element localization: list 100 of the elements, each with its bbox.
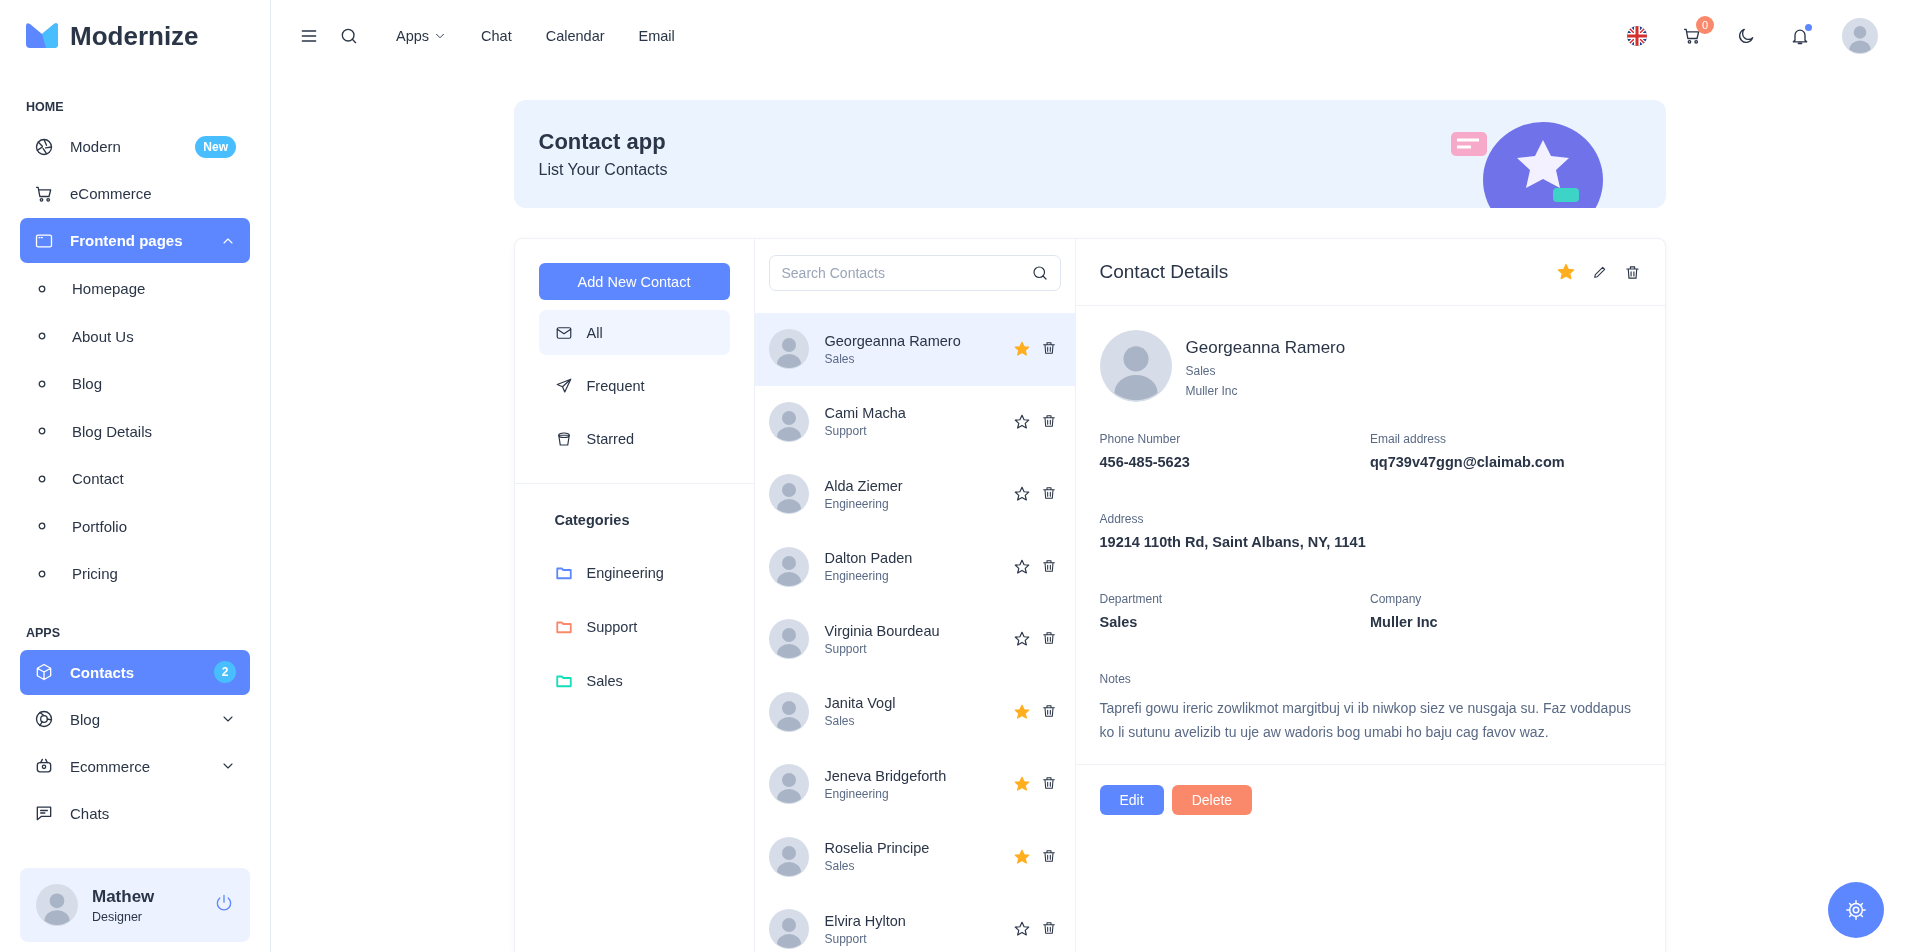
nav-subitem[interactable]: Pricing [20, 550, 250, 598]
search-field[interactable]: Search Contacts [768, 255, 1061, 291]
trash-icon[interactable] [1040, 485, 1057, 502]
circle-icon [34, 709, 54, 729]
contact-row[interactable]: Virginia Bourdeau Support [754, 603, 1075, 676]
section-heading: HOME [26, 100, 65, 114]
bullet-icon [38, 522, 46, 531]
field-label: Company [1370, 592, 1423, 606]
pencil-icon[interactable] [1591, 264, 1608, 280]
contact-row[interactable]: Dalton Paden Engineering [754, 530, 1075, 603]
filter-item[interactable]: Starred [538, 416, 730, 461]
category-item[interactable]: Support [514, 600, 754, 654]
star-icon[interactable] [1012, 557, 1031, 576]
nav-subitem[interactable]: Blog Details [20, 407, 250, 455]
count-badge: 2 [214, 661, 236, 683]
nav-link[interactable]: Calendar [530, 28, 620, 44]
contact-avatar [768, 764, 809, 805]
trash-icon[interactable] [1040, 920, 1057, 937]
contact-row[interactable]: Alda Ziemer Engineering [754, 458, 1075, 531]
star-icon[interactable] [1012, 775, 1031, 794]
field-label: Phone Number [1099, 432, 1182, 446]
filter-item[interactable]: All [538, 310, 730, 355]
category-item[interactable]: Sales [514, 654, 754, 708]
contact-name: Alda Ziemer [824, 477, 904, 494]
trash-icon[interactable] [1623, 263, 1641, 281]
filter-item[interactable]: Frequent [538, 363, 730, 408]
count-badge: New [195, 135, 236, 158]
contact-row[interactable]: Jeneva Bridgeforth Engineering [754, 748, 1075, 821]
nav-item[interactable]: Ecommerce [20, 743, 250, 789]
nav-subitem[interactable]: Homepage [20, 265, 250, 313]
bullet-icon [38, 332, 46, 341]
contact-department: Support [824, 424, 868, 439]
star-icon[interactable] [1012, 340, 1031, 359]
contact-name: Roselia Principe [824, 840, 931, 857]
power-icon[interactable] [214, 893, 234, 913]
logo-icon [24, 22, 60, 50]
cart-count-badge: 0 [1696, 16, 1714, 34]
contact-department: Sales [824, 351, 856, 366]
trash-icon[interactable] [1040, 702, 1057, 719]
star-icon[interactable] [1012, 702, 1031, 721]
nav-item[interactable]: Chats [20, 790, 250, 836]
contact-name: Elvira Hylton [824, 912, 907, 929]
nav-link[interactable]: Email [623, 28, 690, 44]
panel-title: Contact Details [1099, 261, 1230, 283]
contact-name: Virginia Bourdeau [824, 622, 941, 639]
user-avatar [36, 884, 78, 926]
nav-subitem[interactable]: Blog [20, 360, 250, 408]
user-avatar [1842, 18, 1878, 54]
contact-row[interactable]: Janita Vogl Sales [754, 675, 1075, 748]
contact-name: Georgeanna Ramero [1185, 338, 1346, 358]
notification-dot [1805, 24, 1812, 31]
contact-row[interactable]: Roselia Principe Sales [754, 820, 1075, 893]
field-value: qq739v47ggn@claimab.com [1370, 454, 1566, 470]
page-title: Contact app [538, 129, 667, 155]
trash-icon[interactable] [1040, 412, 1057, 429]
contact-row[interactable]: Georgeanna Ramero Sales [754, 313, 1075, 386]
star-icon[interactable] [1012, 412, 1031, 431]
trash-icon[interactable] [1040, 557, 1057, 574]
contact-department: Engineering [824, 569, 890, 584]
star-icon[interactable] [1555, 262, 1576, 282]
trash-icon[interactable] [1040, 775, 1057, 792]
nav-link[interactable]: Apps [381, 28, 463, 44]
contact-row[interactable]: Elvira Hylton Support [754, 893, 1075, 952]
trash-icon[interactable] [1040, 340, 1057, 357]
nav-item[interactable]: Modern New [20, 124, 250, 169]
star-icon[interactable] [1012, 630, 1031, 649]
settings-button[interactable] [1828, 882, 1884, 938]
nav-item[interactable]: Blog [20, 696, 250, 742]
nav-subitem[interactable]: Portfolio [20, 502, 250, 550]
bullet-icon [38, 284, 46, 293]
nav-subitem[interactable]: Contact [20, 455, 250, 503]
contact-department: Engineering [824, 786, 890, 801]
contact-avatar [768, 619, 809, 660]
nav-subitem[interactable]: About Us [20, 312, 250, 360]
contact-department: Engineering [824, 496, 890, 511]
nav-item[interactable]: eCommerce [20, 171, 250, 216]
cart-icon [1682, 26, 1702, 46]
star-icon[interactable] [1012, 847, 1031, 866]
contact-name: Jeneva Bridgeforth [824, 767, 948, 784]
contact-avatar [768, 474, 809, 515]
contact-department: Sales [824, 859, 856, 874]
contact-name: Georgeanna Ramero [824, 332, 962, 349]
star-icon[interactable] [1012, 485, 1031, 504]
field-label: Notes [1099, 672, 1132, 686]
profile-role: Designer [92, 909, 144, 924]
trash-icon[interactable] [1040, 847, 1057, 864]
category-item[interactable]: Engineering [514, 546, 754, 600]
search-icon [1030, 264, 1049, 282]
contact-name: Cami Macha [824, 405, 907, 422]
contact-avatar [768, 691, 809, 732]
field-value: 19214 110th Rd, Saint Albans, NY, 1141 [1099, 534, 1367, 550]
contact-avatar [768, 909, 809, 950]
categories-heading: Categories [553, 511, 631, 530]
star-icon[interactable] [1012, 920, 1031, 939]
contact-name: Janita Vogl [824, 695, 897, 712]
field-label: Address [1099, 512, 1145, 526]
field-label: Department [1099, 592, 1164, 606]
trash-icon[interactable] [1040, 630, 1057, 647]
nav-link[interactable]: Chat [466, 28, 527, 44]
contact-row[interactable]: Cami Macha Support [754, 385, 1075, 458]
